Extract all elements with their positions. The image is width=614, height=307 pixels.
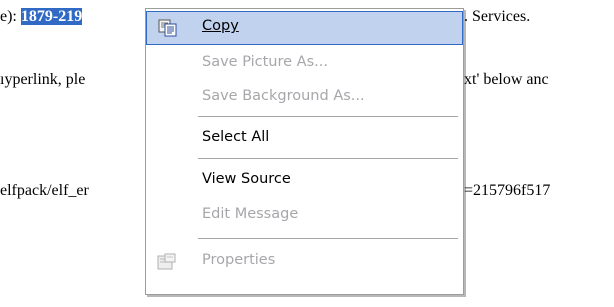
menu-item-view-source[interactable]: View Source: [146, 164, 463, 198]
menu-item-label: Edit Message: [202, 206, 299, 222]
menu-item-label: View Source: [202, 171, 291, 187]
menu-separator: [198, 116, 458, 117]
page-line-2: ıyperlink, ple: [0, 71, 86, 88]
copy-icon: [158, 19, 177, 37]
menu-item-save-background[interactable]: Save Background As...: [146, 81, 463, 115]
page-line-2-suffix: xt' below anc: [464, 71, 549, 88]
menu-item-label: Save Background As...: [202, 88, 365, 104]
menu-item-save-picture[interactable]: Save Picture As...: [146, 47, 463, 81]
properties-icon: [157, 253, 176, 270]
page-line-1: e): 1879-219: [0, 7, 83, 27]
menu-item-label: Select All: [202, 129, 270, 145]
menu-item-copy[interactable]: Copy: [146, 11, 463, 45]
menu-item-properties[interactable]: Properties: [146, 245, 463, 279]
menu-item-label-copy: Copy: [202, 18, 239, 34]
menu-item-label: Save Picture As...: [202, 54, 328, 70]
menu-separator: [198, 238, 458, 239]
menu-separator: [198, 158, 458, 159]
line1-prefix: e):: [0, 8, 17, 25]
page-line-1-suffix: . Services.: [464, 8, 531, 25]
page-line-3: elfpack/elf_er: [0, 182, 89, 199]
menu-item-select-all[interactable]: Select All: [146, 122, 463, 156]
page-line-3-suffix: =215796f517: [464, 182, 551, 199]
selected-text[interactable]: 1879-219: [20, 8, 83, 25]
menu-item-edit-message[interactable]: Edit Message: [146, 199, 463, 233]
menu-item-label: Properties: [202, 252, 276, 268]
context-menu: Copy Save Picture As... Save Background …: [145, 8, 464, 295]
menu-item-label: Copy: [202, 18, 239, 34]
